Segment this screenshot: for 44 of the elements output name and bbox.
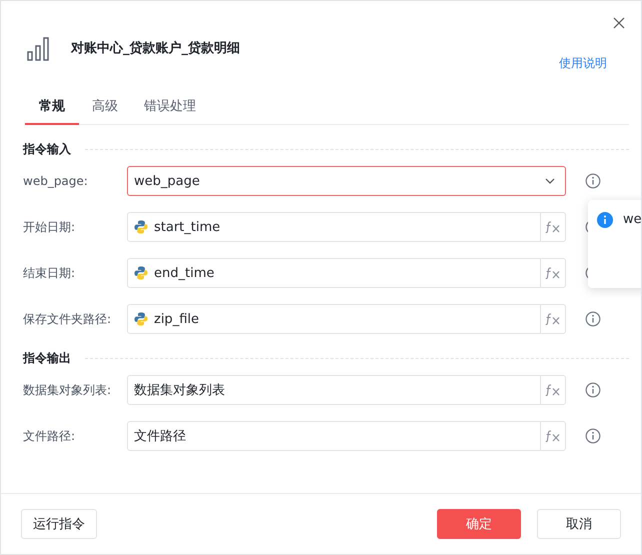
input-field[interactable]: 数据集对象列表 bbox=[127, 375, 566, 405]
chevron-down-icon bbox=[545, 178, 555, 184]
function-icon bbox=[545, 384, 561, 396]
section-title: 指令输出 bbox=[23, 350, 71, 367]
cancel-button[interactable]: 取消 bbox=[537, 509, 621, 539]
field-label: 数据集对象列表: bbox=[23, 382, 112, 398]
field-value: end_time bbox=[154, 266, 214, 280]
info-icon[interactable] bbox=[585, 428, 601, 444]
tab[interactable]: 常规 bbox=[25, 95, 79, 125]
field-value: web_page bbox=[134, 174, 200, 188]
field-label: 开始日期: bbox=[23, 218, 76, 236]
help-link[interactable]: 使用说明 bbox=[559, 55, 607, 72]
tab[interactable]: 高级 bbox=[79, 95, 131, 125]
field-value: 文件路径 bbox=[134, 428, 186, 445]
popover-text: we bbox=[623, 212, 641, 227]
function-icon bbox=[545, 221, 561, 233]
field-value: 数据集对象列表 bbox=[134, 382, 225, 399]
function-icon bbox=[545, 267, 561, 279]
field-value: zip_file bbox=[154, 312, 199, 326]
field-label: 结束日期: bbox=[23, 264, 76, 282]
python-icon bbox=[134, 312, 148, 326]
info-icon[interactable] bbox=[585, 382, 601, 398]
field-value: start_time bbox=[154, 220, 220, 234]
dropdown-field[interactable]: web_page bbox=[127, 166, 566, 196]
bar-chart-icon bbox=[27, 37, 49, 61]
run-button[interactable]: 运行指令 bbox=[21, 509, 97, 539]
python-icon bbox=[134, 266, 148, 280]
input-field[interactable]: 文件路径 bbox=[127, 421, 566, 451]
function-icon bbox=[545, 313, 561, 325]
field-label: web_page: bbox=[23, 174, 89, 188]
tab[interactable]: 错误处理 bbox=[131, 95, 209, 125]
input-field[interactable]: zip_file bbox=[127, 304, 566, 334]
info-icon bbox=[597, 212, 613, 228]
section-title: 指令输入 bbox=[23, 141, 71, 158]
python-icon bbox=[134, 220, 148, 234]
input-field[interactable]: start_time bbox=[127, 212, 566, 242]
function-icon bbox=[545, 430, 561, 442]
close-button[interactable] bbox=[611, 15, 627, 31]
dialog-title: 对账中心_贷款账户_贷款明细 bbox=[71, 40, 241, 57]
info-icon[interactable] bbox=[585, 311, 601, 327]
info-icon[interactable] bbox=[585, 173, 601, 189]
field-label: 保存文件夹路径: bbox=[23, 310, 112, 328]
input-field[interactable]: end_time bbox=[127, 258, 566, 288]
field-label: 文件路径: bbox=[23, 428, 76, 444]
